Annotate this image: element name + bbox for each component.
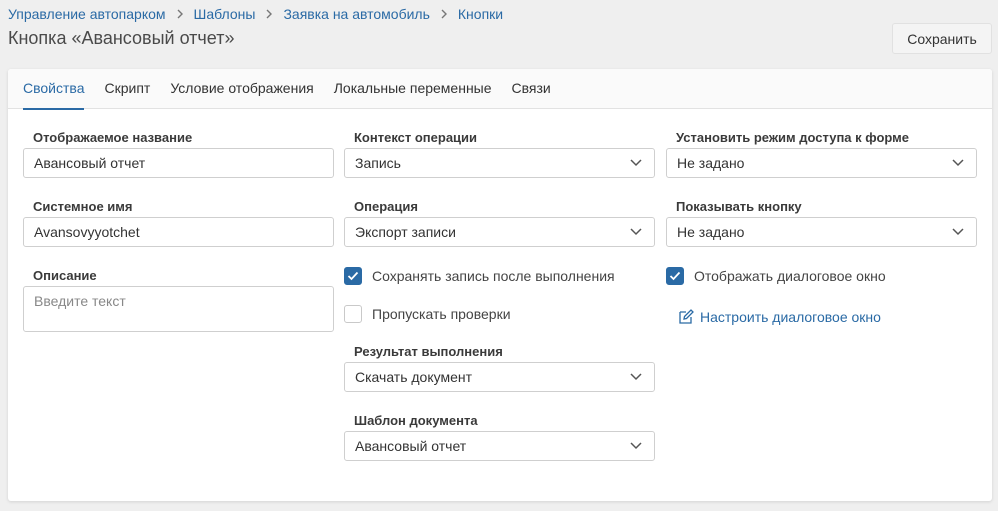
skip-checks-label: Пропускать проверки [372, 306, 511, 322]
chevron-down-icon [952, 159, 964, 167]
access-mode-value: Не задано [677, 155, 745, 171]
checkbox-unchecked-icon [344, 305, 362, 323]
page-title: Кнопка «Авансовый отчет» [8, 28, 235, 48]
breadcrumb-buttons[interactable]: Кнопки [458, 6, 503, 22]
access-mode-label: Установить режим доступа к форме [676, 130, 910, 145]
access-mode-select[interactable]: Не задано [666, 148, 977, 178]
show-dialog-label: Отображать диалоговое окно [694, 268, 886, 284]
breadcrumb-car-request[interactable]: Заявка на автомобиль [283, 6, 429, 22]
operation-select[interactable]: Экспорт записи [344, 217, 655, 247]
tab-local-variables[interactable]: Локальные переменные [334, 69, 492, 109]
breadcrumb-fleet-management[interactable]: Управление автопарком [8, 6, 166, 22]
edit-icon [679, 309, 694, 324]
chevron-down-icon [630, 228, 642, 236]
chevron-right-icon [264, 7, 274, 21]
operation-label: Операция [354, 199, 418, 214]
chevron-right-icon [175, 7, 185, 21]
operation-value: Экспорт записи [355, 224, 456, 240]
breadcrumb-templates[interactable]: Шаблоны [194, 6, 256, 22]
chevron-right-icon [439, 7, 449, 21]
operation-context-value: Запись [355, 155, 401, 171]
checkbox-checked-icon [344, 267, 362, 285]
doc-template-select[interactable]: Авансовый отчет [344, 431, 655, 461]
system-name-label: Системное имя [33, 199, 133, 214]
result-select[interactable]: Скачать документ [344, 362, 655, 392]
chevron-down-icon [630, 373, 642, 381]
description-field[interactable] [23, 286, 334, 332]
tab-bar: Свойства Скрипт Условие отображения Лока… [8, 69, 992, 110]
description-label: Описание [33, 268, 97, 283]
checkbox-checked-icon [666, 267, 684, 285]
breadcrumb: Управление автопарком Шаблоны Заявка на … [8, 6, 503, 22]
skip-checks-checkbox[interactable]: Пропускать проверки [344, 305, 511, 323]
doc-template-value: Авансовый отчет [355, 438, 467, 454]
tab-links[interactable]: Связи [512, 69, 551, 109]
save-button[interactable]: Сохранить [892, 23, 992, 54]
system-name-field[interactable] [23, 217, 334, 247]
show-button-value: Не задано [677, 224, 745, 240]
save-after-label: Сохранять запись после выполнения [372, 268, 615, 284]
tab-script[interactable]: Скрипт [104, 69, 150, 109]
doc-template-label: Шаблон документа [354, 413, 478, 428]
display-name-field[interactable] [23, 148, 334, 178]
display-name-label: Отображаемое название [33, 130, 193, 145]
chevron-down-icon [952, 228, 964, 236]
chevron-down-icon [630, 442, 642, 450]
show-dialog-checkbox[interactable]: Отображать диалоговое окно [666, 267, 886, 285]
configure-dialog-label: Настроить диалоговое окно [700, 309, 881, 325]
chevron-down-icon [630, 159, 642, 167]
operation-context-label: Контекст операции [354, 130, 478, 145]
show-button-label: Показывать кнопку [676, 199, 802, 214]
show-button-select[interactable]: Не задано [666, 217, 977, 247]
result-value: Скачать документ [355, 369, 473, 385]
operation-context-select[interactable]: Запись [344, 148, 655, 178]
properties-card: Свойства Скрипт Условие отображения Лока… [8, 69, 992, 501]
configure-dialog-link[interactable]: Настроить диалоговое окно [678, 309, 881, 325]
tab-display-condition[interactable]: Условие отображения [170, 69, 313, 109]
save-after-checkbox[interactable]: Сохранять запись после выполнения [344, 267, 615, 285]
tab-properties[interactable]: Свойства [23, 69, 85, 110]
result-label: Результат выполнения [354, 344, 503, 359]
